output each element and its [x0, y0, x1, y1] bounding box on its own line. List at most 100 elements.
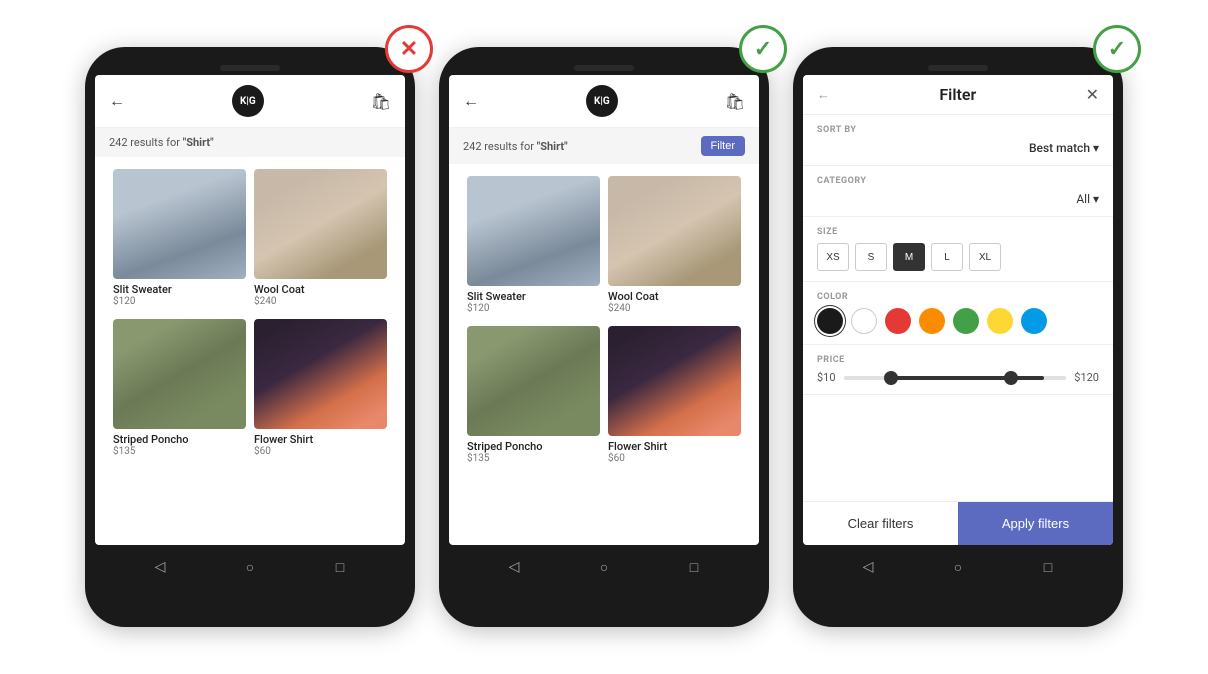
nav-recents-icon[interactable]: □ — [684, 557, 704, 577]
product-image — [254, 169, 387, 279]
sort-by-label: SORT BY — [817, 125, 1099, 135]
size-m[interactable]: M — [893, 243, 925, 271]
product-price: $120 — [467, 303, 600, 314]
clear-filters-button[interactable]: Clear filters — [803, 502, 958, 545]
cart-icon[interactable]: 🛍 — [371, 92, 391, 111]
category-value[interactable]: All ▾ — [1076, 192, 1099, 206]
product-image — [113, 319, 246, 429]
sort-by-section: SORT BY Best match ▾ — [803, 115, 1113, 166]
bottom-nav-good1: ◁ ○ □ — [449, 545, 759, 581]
product-item: Slit Sweater $120 — [463, 172, 604, 322]
product-price: $135 — [467, 453, 600, 464]
product-price: $60 — [608, 453, 741, 464]
filter-button[interactable]: Filter — [701, 136, 745, 156]
product-name: Flower Shirt — [254, 433, 387, 446]
screen-bad: ← K|G 🛍 242 results for "Shirt" Slit Swe… — [95, 75, 405, 545]
bottom-nav-bad: ◁ ○ □ — [95, 545, 405, 581]
price-section: PRICE $10 $120 — [803, 345, 1113, 395]
slider-thumb-left[interactable] — [884, 371, 898, 385]
product-price: $240 — [608, 303, 741, 314]
size-section: SIZE XS S M L XL — [803, 217, 1113, 282]
color-label: COLOR — [817, 292, 1099, 302]
earpiece — [574, 65, 634, 71]
product-name: Striped Poncho — [467, 440, 600, 453]
slider-thumb-right[interactable] — [1004, 371, 1018, 385]
price-slider[interactable] — [844, 376, 1067, 380]
nav-home-icon[interactable]: ○ — [948, 557, 968, 577]
color-yellow[interactable] — [987, 308, 1013, 334]
product-name: Striped Poncho — [113, 433, 246, 446]
badge-good1: ✓ — [739, 25, 787, 73]
product-item: Wool Coat $240 — [250, 165, 391, 315]
cart-icon[interactable]: 🛍 — [725, 92, 745, 111]
phone-shell-good2: ✓ ← Filter ✕ SORT BY Best match ▾ — [793, 47, 1123, 627]
nav-home-icon[interactable]: ○ — [594, 557, 614, 577]
app-header-good1: ← K|G 🛍 — [449, 75, 759, 128]
product-name: Wool Coat — [254, 283, 387, 296]
back-icon[interactable]: ← — [463, 91, 479, 111]
earpiece — [220, 65, 280, 71]
product-image — [113, 169, 246, 279]
filter-header: ← Filter ✕ — [803, 75, 1113, 115]
product-image — [467, 176, 600, 286]
nav-recents-icon[interactable]: □ — [330, 557, 350, 577]
nav-back-icon[interactable]: ◁ — [150, 557, 170, 577]
product-price: $60 — [254, 446, 387, 457]
phone-bad: ✕ ← K|G 🛍 242 results for "Shirt" — [85, 47, 415, 627]
size-xs[interactable]: XS — [817, 243, 849, 271]
nav-back-icon[interactable]: ◁ — [858, 557, 878, 577]
nav-back-icon[interactable]: ◁ — [504, 557, 524, 577]
filter-back-icon[interactable]: ← — [817, 87, 830, 103]
filter-close-icon[interactable]: ✕ — [1086, 85, 1099, 104]
product-image — [254, 319, 387, 429]
product-image — [608, 176, 741, 286]
product-price: $120 — [113, 296, 246, 307]
color-orange[interactable] — [919, 308, 945, 334]
phone-top-good2 — [803, 59, 1113, 75]
category-row: All ▾ — [817, 192, 1099, 206]
back-icon[interactable]: ← — [109, 91, 125, 111]
price-min: $10 — [817, 371, 836, 384]
search-bar-bad: 242 results for "Shirt" — [95, 128, 405, 157]
phone-good1: ✓ ← K|G 🛍 242 results for "Shirt" Filter — [439, 47, 769, 627]
color-blue[interactable] — [1021, 308, 1047, 334]
nav-home-icon[interactable]: ○ — [240, 557, 260, 577]
badge-bad: ✕ — [385, 25, 433, 73]
phone-shell-good1: ✓ ← K|G 🛍 242 results for "Shirt" Filter — [439, 47, 769, 627]
color-green[interactable] — [953, 308, 979, 334]
product-grid-good1: Slit Sweater $120 Wool Coat $240 Striped… — [449, 164, 759, 472]
size-xl[interactable]: XL — [969, 243, 1001, 271]
product-price: $240 — [254, 296, 387, 307]
color-black[interactable] — [817, 308, 843, 334]
color-section: COLOR — [803, 282, 1113, 345]
phone-good2: ✓ ← Filter ✕ SORT BY Best match ▾ — [793, 47, 1123, 627]
phone-shell-bad: ✕ ← K|G 🛍 242 results for "Shirt" — [85, 47, 415, 627]
color-row — [817, 308, 1099, 334]
product-price: $135 — [113, 446, 246, 457]
color-red[interactable] — [885, 308, 911, 334]
size-l[interactable]: L — [931, 243, 963, 271]
product-image — [467, 326, 600, 436]
price-slider-fill — [888, 376, 1044, 380]
search-result-text-bad: 242 results for "Shirt" — [109, 136, 214, 149]
badge-good2: ✓ — [1093, 25, 1141, 73]
nav-recents-icon[interactable]: □ — [1038, 557, 1058, 577]
price-label: PRICE — [817, 355, 1099, 365]
product-item: Flower Shirt $60 — [604, 322, 745, 472]
product-name: Slit Sweater — [467, 290, 600, 303]
product-grid-bad: Slit Sweater $120 Wool Coat $240 Striped… — [95, 157, 405, 465]
sort-by-value[interactable]: Best match ▾ — [1029, 141, 1099, 155]
product-image — [608, 326, 741, 436]
size-row: XS S M L XL — [817, 243, 1099, 271]
apply-filters-button[interactable]: Apply filters — [958, 502, 1113, 545]
filter-spacer — [803, 395, 1113, 501]
color-white[interactable] — [851, 308, 877, 334]
price-row: $10 $120 — [817, 371, 1099, 384]
logo-bad: K|G — [232, 85, 264, 117]
filter-panel: ← Filter ✕ SORT BY Best match ▾ CATEGORY… — [803, 75, 1113, 545]
product-name: Slit Sweater — [113, 283, 246, 296]
bottom-nav-good2: ◁ ○ □ — [803, 545, 1113, 581]
screen-good1: ← K|G 🛍 242 results for "Shirt" Filter S… — [449, 75, 759, 545]
size-s[interactable]: S — [855, 243, 887, 271]
category-section: CATEGORY All ▾ — [803, 166, 1113, 217]
